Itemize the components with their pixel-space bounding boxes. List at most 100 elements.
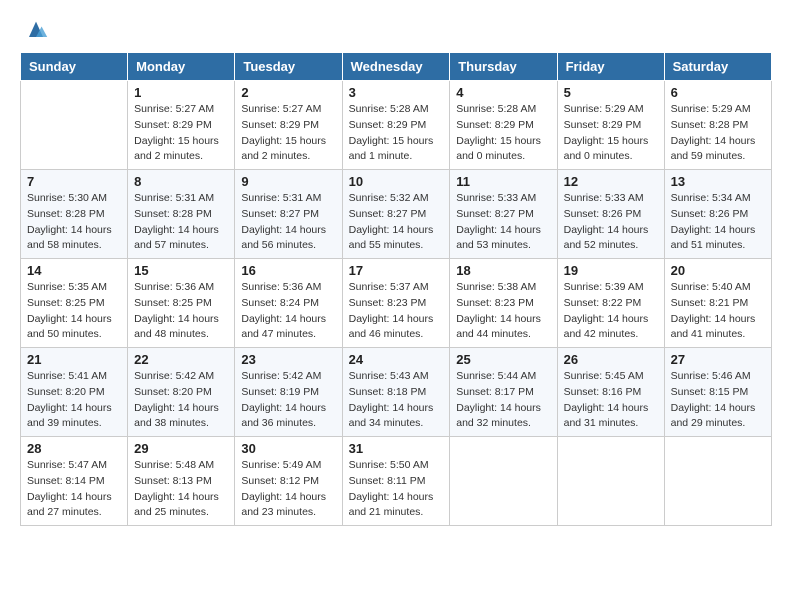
day-info: Sunrise: 5:43 AM Sunset: 8:18 PM Dayligh…: [349, 369, 444, 432]
calendar-cell: 19Sunrise: 5:39 AM Sunset: 8:22 PM Dayli…: [557, 259, 664, 348]
calendar-cell: [664, 437, 771, 526]
day-info: Sunrise: 5:42 AM Sunset: 8:19 PM Dayligh…: [241, 369, 335, 432]
calendar-cell: 10 Sunrise: 5:32 AM Sunset: 8:27 PM Dayli…: [342, 170, 450, 259]
day-info: Sunrise: 5:38 AM Sunset: 8:23 PM Dayligh…: [456, 280, 550, 343]
day-number: 17: [349, 263, 444, 278]
day-info: Sunrise: 5:33 AM Sunset: 8:26 PM Dayligh…: [564, 191, 658, 254]
calendar-cell: 12 Sunrise: 5:33 AM Sunset: 8:26 PM Dayli…: [557, 170, 664, 259]
day-number: 29: [134, 441, 228, 456]
day-number: 1: [134, 85, 228, 100]
day-info: Sunrise: 5:45 AM Sunset: 8:16 PM Dayligh…: [564, 369, 658, 432]
calendar-cell: 1 Sunrise: 5:27 AM Sunset: 8:29 PM Daylig…: [128, 81, 235, 170]
calendar-header-row: SundayMondayTuesdayWednesdayThursdayFrid…: [21, 53, 772, 81]
calendar-cell: 27 Sunrise: 5:46 AM Sunset: 8:15 PM Dayli…: [664, 348, 771, 437]
day-info: Sunrise: 5:34 AM Sunset: 8:26 PM Dayligh…: [671, 191, 765, 254]
calendar-week-row: 21 Sunrise: 5:41 AM Sunset: 8:20 PM Dayli…: [21, 348, 772, 437]
day-info: Sunrise: 5:31 AM Sunset: 8:27 PM Dayligh…: [241, 191, 335, 254]
calendar-week-row: 1 Sunrise: 5:27 AM Sunset: 8:29 PM Daylig…: [21, 81, 772, 170]
calendar-cell: 22Sunrise: 5:42 AM Sunset: 8:20 PM Dayli…: [128, 348, 235, 437]
calendar-cell: 14 Sunrise: 5:35 AM Sunset: 8:25 PM Dayli…: [21, 259, 128, 348]
day-info: Sunrise: 5:44 AM Sunset: 8:17 PM Dayligh…: [456, 369, 550, 432]
day-number: 26: [564, 352, 658, 367]
header-friday: Friday: [557, 53, 664, 81]
calendar-cell: 20 Sunrise: 5:40 AM Sunset: 8:21 PM Dayli…: [664, 259, 771, 348]
day-number: 24: [349, 352, 444, 367]
day-number: 27: [671, 352, 765, 367]
header-wednesday: Wednesday: [342, 53, 450, 81]
day-info: Sunrise: 5:32 AM Sunset: 8:27 PM Dayligh…: [349, 191, 444, 254]
calendar-cell: 21 Sunrise: 5:41 AM Sunset: 8:20 PM Dayli…: [21, 348, 128, 437]
day-number: 8: [134, 174, 228, 189]
day-number: 4: [456, 85, 550, 100]
calendar-cell: 18 Sunrise: 5:38 AM Sunset: 8:23 PM Dayli…: [450, 259, 557, 348]
header-tuesday: Tuesday: [235, 53, 342, 81]
day-info: Sunrise: 5:35 AM Sunset: 8:25 PM Dayligh…: [27, 280, 121, 343]
calendar-cell: [450, 437, 557, 526]
calendar-cell: 24 Sunrise: 5:43 AM Sunset: 8:18 PM Dayli…: [342, 348, 450, 437]
day-number: 31: [349, 441, 444, 456]
day-info: Sunrise: 5:47 AM Sunset: 8:14 PM Dayligh…: [27, 458, 121, 521]
day-info: Sunrise: 5:36 AM Sunset: 8:25 PM Dayligh…: [134, 280, 228, 343]
day-info: Sunrise: 5:40 AM Sunset: 8:21 PM Dayligh…: [671, 280, 765, 343]
calendar-cell: 8 Sunrise: 5:31 AM Sunset: 8:28 PM Daylig…: [128, 170, 235, 259]
day-info: Sunrise: 5:27 AM Sunset: 8:29 PM Dayligh…: [134, 102, 228, 165]
day-number: 21: [27, 352, 121, 367]
day-info: Sunrise: 5:30 AM Sunset: 8:28 PM Dayligh…: [27, 191, 121, 254]
calendar-cell: 2 Sunrise: 5:27 AM Sunset: 8:29 PM Daylig…: [235, 81, 342, 170]
day-info: Sunrise: 5:50 AM Sunset: 8:11 PM Dayligh…: [349, 458, 444, 521]
day-number: 2: [241, 85, 335, 100]
day-number: 12: [564, 174, 658, 189]
day-info: Sunrise: 5:46 AM Sunset: 8:15 PM Dayligh…: [671, 369, 765, 432]
calendar-cell: 3 Sunrise: 5:28 AM Sunset: 8:29 PM Daylig…: [342, 81, 450, 170]
day-number: 10: [349, 174, 444, 189]
calendar-cell: 7 Sunrise: 5:30 AM Sunset: 8:28 PM Daylig…: [21, 170, 128, 259]
day-info: Sunrise: 5:28 AM Sunset: 8:29 PM Dayligh…: [349, 102, 444, 165]
day-info: Sunrise: 5:36 AM Sunset: 8:24 PM Dayligh…: [241, 280, 335, 343]
calendar-week-row: 7 Sunrise: 5:30 AM Sunset: 8:28 PM Daylig…: [21, 170, 772, 259]
logo-icon: [22, 16, 50, 44]
day-info: Sunrise: 5:29 AM Sunset: 8:28 PM Dayligh…: [671, 102, 765, 165]
calendar-cell: 5 Sunrise: 5:29 AM Sunset: 8:29 PM Daylig…: [557, 81, 664, 170]
calendar-cell: 9 Sunrise: 5:31 AM Sunset: 8:27 PM Daylig…: [235, 170, 342, 259]
day-number: 5: [564, 85, 658, 100]
day-number: 6: [671, 85, 765, 100]
day-number: 9: [241, 174, 335, 189]
day-number: 18: [456, 263, 550, 278]
day-info: Sunrise: 5:48 AM Sunset: 8:13 PM Dayligh…: [134, 458, 228, 521]
calendar-cell: 31 Sunrise: 5:50 AM Sunset: 8:11 PM Dayli…: [342, 437, 450, 526]
calendar-cell: [557, 437, 664, 526]
calendar-cell: 29 Sunrise: 5:48 AM Sunset: 8:13 PM Dayli…: [128, 437, 235, 526]
day-number: 23: [241, 352, 335, 367]
calendar-week-row: 14 Sunrise: 5:35 AM Sunset: 8:25 PM Dayli…: [21, 259, 772, 348]
calendar-cell: [21, 81, 128, 170]
calendar-cell: 26 Sunrise: 5:45 AM Sunset: 8:16 PM Dayli…: [557, 348, 664, 437]
calendar-cell: 23 Sunrise: 5:42 AM Sunset: 8:19 PM Dayli…: [235, 348, 342, 437]
calendar-cell: 13Sunrise: 5:34 AM Sunset: 8:26 PM Dayli…: [664, 170, 771, 259]
calendar-cell: 28Sunrise: 5:47 AM Sunset: 8:14 PM Dayli…: [21, 437, 128, 526]
header-sunday: Sunday: [21, 53, 128, 81]
calendar-cell: 4 Sunrise: 5:28 AM Sunset: 8:29 PM Daylig…: [450, 81, 557, 170]
day-info: Sunrise: 5:27 AM Sunset: 8:29 PM Dayligh…: [241, 102, 335, 165]
calendar-cell: 11 Sunrise: 5:33 AM Sunset: 8:27 PM Dayli…: [450, 170, 557, 259]
day-info: Sunrise: 5:37 AM Sunset: 8:23 PM Dayligh…: [349, 280, 444, 343]
calendar-cell: 15Sunrise: 5:36 AM Sunset: 8:25 PM Dayli…: [128, 259, 235, 348]
day-info: Sunrise: 5:28 AM Sunset: 8:29 PM Dayligh…: [456, 102, 550, 165]
day-info: Sunrise: 5:49 AM Sunset: 8:12 PM Dayligh…: [241, 458, 335, 521]
logo: [20, 16, 50, 44]
day-number: 7: [27, 174, 121, 189]
day-number: 11: [456, 174, 550, 189]
day-number: 3: [349, 85, 444, 100]
calendar-table: SundayMondayTuesdayWednesdayThursdayFrid…: [20, 52, 772, 526]
day-number: 20: [671, 263, 765, 278]
day-info: Sunrise: 5:41 AM Sunset: 8:20 PM Dayligh…: [27, 369, 121, 432]
day-number: 30: [241, 441, 335, 456]
day-info: Sunrise: 5:33 AM Sunset: 8:27 PM Dayligh…: [456, 191, 550, 254]
calendar-cell: 25Sunrise: 5:44 AM Sunset: 8:17 PM Dayli…: [450, 348, 557, 437]
header: [20, 16, 772, 44]
calendar-cell: 16Sunrise: 5:36 AM Sunset: 8:24 PM Dayli…: [235, 259, 342, 348]
header-thursday: Thursday: [450, 53, 557, 81]
day-info: Sunrise: 5:39 AM Sunset: 8:22 PM Dayligh…: [564, 280, 658, 343]
day-number: 14: [27, 263, 121, 278]
day-info: Sunrise: 5:29 AM Sunset: 8:29 PM Dayligh…: [564, 102, 658, 165]
day-info: Sunrise: 5:31 AM Sunset: 8:28 PM Dayligh…: [134, 191, 228, 254]
